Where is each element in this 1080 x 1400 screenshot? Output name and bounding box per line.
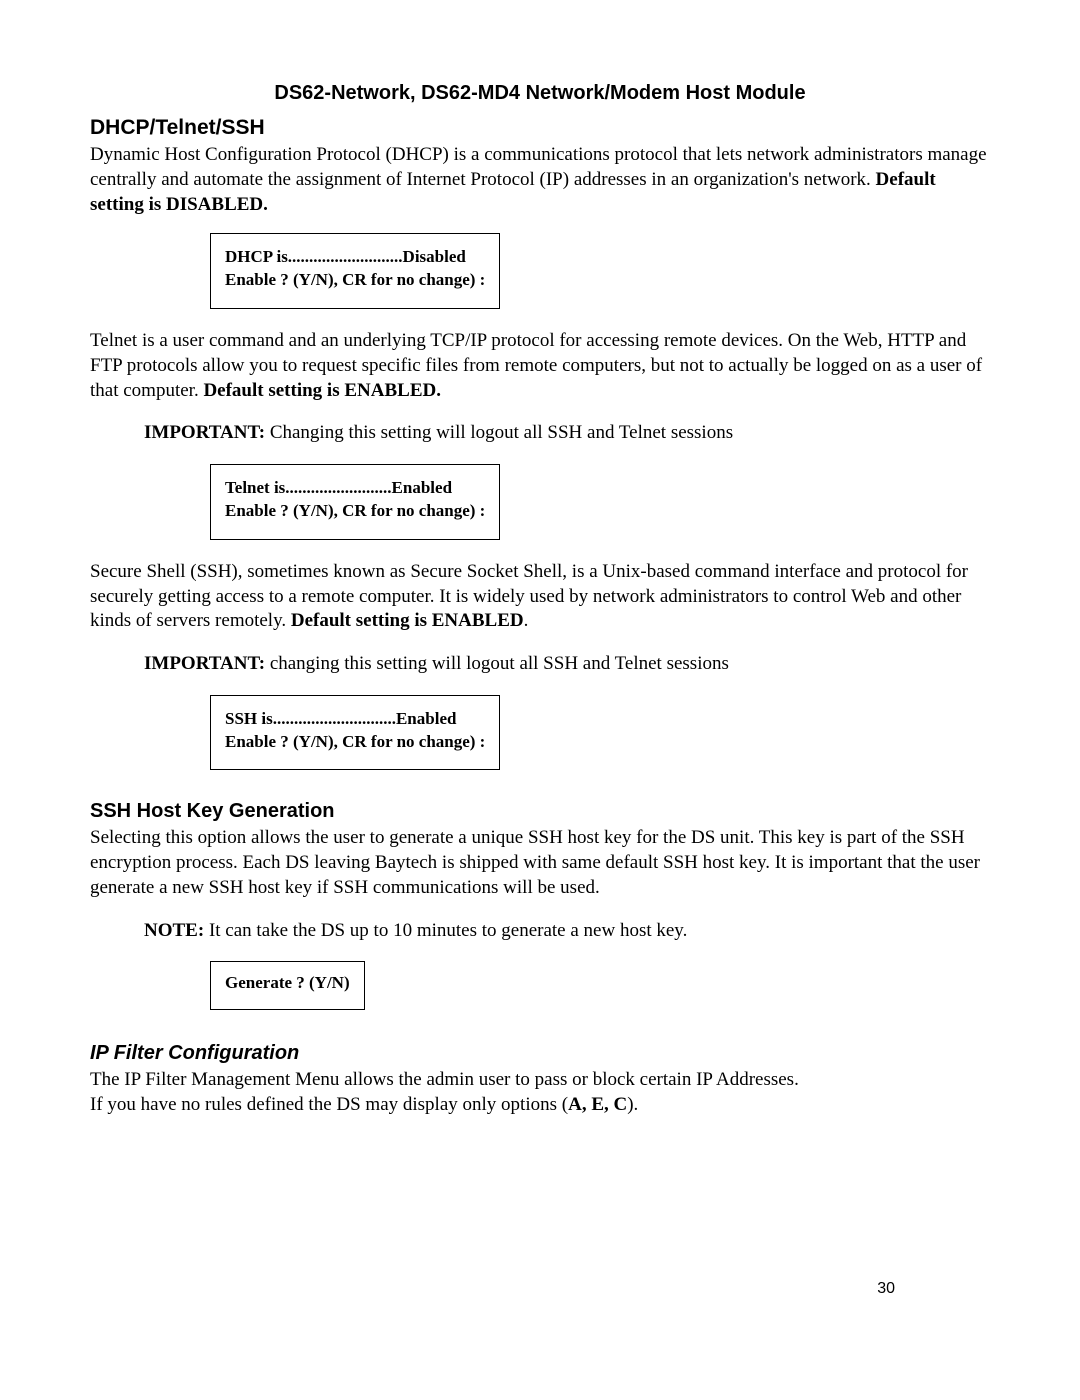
heading-dhcp: DHCP/Telnet/SSH	[90, 114, 990, 141]
heading-ipfilter: IP Filter Configuration	[90, 1040, 990, 1066]
text: ).	[627, 1094, 638, 1115]
page: DS62-Network, DS62-MD4 Network/Modem Hos…	[90, 80, 990, 1340]
page-number: 30	[877, 1279, 895, 1300]
text: Changing this setting will logout all SS…	[265, 422, 733, 443]
code-box-generate: Generate ? (Y/N)	[210, 961, 365, 1010]
heading-hostkey: SSH Host Key Generation	[90, 798, 990, 824]
para-telnet: Telnet is a user command and an underlyi…	[90, 329, 990, 403]
text: Secure Shell (SSH), sometimes known as S…	[90, 561, 968, 631]
para-ipfilter-2: If you have no rules defined the DS may …	[90, 1093, 990, 1118]
text: changing this setting will logout all SS…	[265, 653, 729, 674]
doc-header: DS62-Network, DS62-MD4 Network/Modem Hos…	[90, 80, 990, 106]
important-telnet: IMPORTANT: Changing this setting will lo…	[144, 421, 990, 446]
code-box-ssh: SSH is.............................Enabl…	[210, 695, 500, 771]
text-bold: A, E, C	[568, 1094, 627, 1115]
important-ssh: IMPORTANT: changing this setting will lo…	[144, 652, 990, 677]
label-important: IMPORTANT:	[144, 653, 265, 674]
para-hostkey: Selecting this option allows the user to…	[90, 826, 990, 900]
label-note: NOTE:	[144, 920, 204, 941]
para-ipfilter-1: The IP Filter Management Menu allows the…	[90, 1068, 990, 1093]
text-bold: Default setting is ENABLED.	[203, 380, 441, 401]
text: .	[524, 610, 529, 631]
text-bold: Default setting is ENABLED	[291, 610, 524, 631]
text: It can take the DS up to 10 minutes to g…	[204, 920, 687, 941]
para-ssh: Secure Shell (SSH), sometimes known as S…	[90, 560, 990, 634]
text: Dynamic Host Configuration Protocol (DHC…	[90, 144, 987, 190]
code-box-telnet: Telnet is.........................Enable…	[210, 464, 500, 540]
code-box-dhcp: DHCP is...........................Disabl…	[210, 233, 500, 309]
note-hostkey: NOTE: It can take the DS up to 10 minute…	[144, 919, 990, 944]
text: If you have no rules defined the DS may …	[90, 1094, 568, 1115]
label-important: IMPORTANT:	[144, 422, 265, 443]
para-dhcp: Dynamic Host Configuration Protocol (DHC…	[90, 143, 990, 217]
